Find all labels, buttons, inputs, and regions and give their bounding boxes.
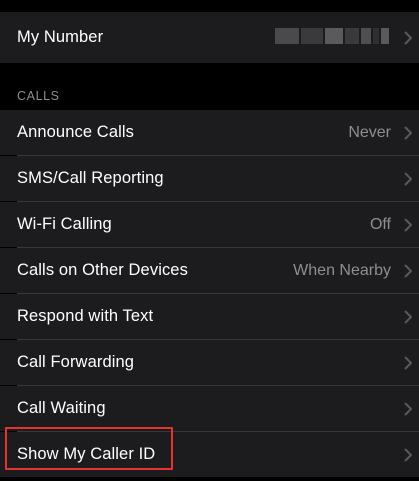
call-forwarding-label: Call Forwarding xyxy=(17,353,135,371)
calls-section-header: CALLS xyxy=(0,63,419,110)
respond-with-text-label: Respond with Text xyxy=(17,307,154,325)
chevron-right-icon xyxy=(404,218,412,231)
highlight-box xyxy=(5,427,173,470)
my-number-row[interactable]: My Number xyxy=(0,12,419,63)
calls-on-other-devices-label: Calls on Other Devices xyxy=(17,261,188,279)
wifi-calling-row[interactable]: Wi-Fi Calling Off xyxy=(0,202,419,247)
respond-with-text-row[interactable]: Respond with Text xyxy=(0,294,419,339)
call-waiting-label: Call Waiting xyxy=(17,399,106,417)
call-waiting-row[interactable]: Call Waiting xyxy=(0,386,419,431)
chevron-right-icon xyxy=(404,264,412,277)
chevron-right-icon xyxy=(404,448,412,461)
my-number-label: My Number xyxy=(17,28,104,46)
calls-on-other-devices-row[interactable]: Calls on Other Devices When Nearby xyxy=(0,248,419,293)
sms-call-reporting-row[interactable]: SMS/Call Reporting xyxy=(0,156,419,201)
section-header-label: CALLS xyxy=(17,89,60,103)
wifi-calling-value: Off xyxy=(369,215,391,233)
chevron-right-icon xyxy=(404,310,412,323)
chevron-right-icon xyxy=(404,356,412,369)
call-forwarding-row[interactable]: Call Forwarding xyxy=(0,340,419,385)
wifi-calling-label: Wi-Fi Calling xyxy=(17,215,112,233)
announce-calls-row[interactable]: Announce Calls Never xyxy=(0,110,419,155)
announce-calls-label: Announce Calls xyxy=(17,123,134,141)
chevron-right-icon xyxy=(404,402,412,415)
redacted-phone-number xyxy=(275,28,389,44)
calls-on-other-devices-value: When Nearby xyxy=(293,261,391,279)
announce-calls-value: Never xyxy=(348,123,391,141)
chevron-right-icon xyxy=(404,172,412,185)
sms-call-reporting-label: SMS/Call Reporting xyxy=(17,169,164,187)
chevron-right-icon xyxy=(404,31,412,44)
chevron-right-icon xyxy=(404,126,412,139)
